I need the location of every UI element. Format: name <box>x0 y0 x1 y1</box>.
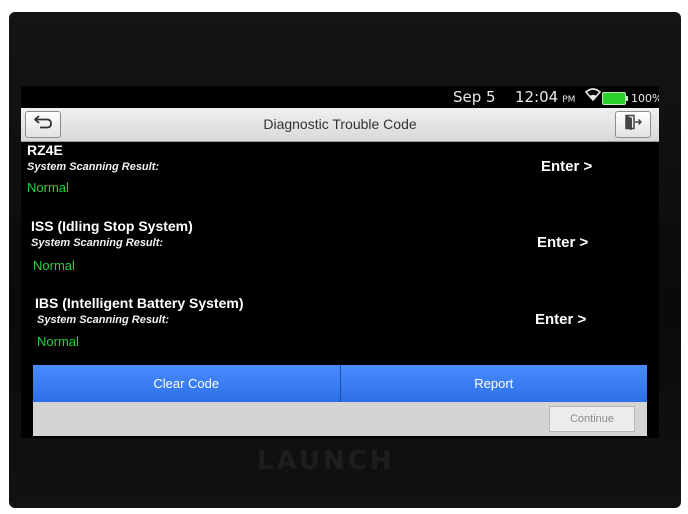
action-bar: Clear Code Report <box>33 365 647 402</box>
battery-icon <box>602 92 628 105</box>
status-date: Sep 5 <box>453 88 496 106</box>
status-time: 12:04 PM <box>515 88 575 106</box>
list-item[interactable]: IBS (Intelligent Battery System) System … <box>21 295 659 368</box>
enter-button[interactable]: Enter > <box>537 234 588 251</box>
report-button[interactable]: Report <box>339 365 648 402</box>
wifi-icon <box>584 88 602 105</box>
status-time-value: 12:04 <box>515 88 559 106</box>
device-screen: Sep 5 12:04PM 100% Diagnostic Trouble Co… <box>21 86 659 438</box>
system-name: ISS (Idling Stop System) <box>31 218 193 234</box>
device-bezel: Sep 5 12:04PM 100% Diagnostic Trouble Co… <box>9 12 681 508</box>
system-name: IBS (Intelligent Battery System) <box>35 295 244 311</box>
system-status: Normal <box>27 180 69 195</box>
page-title: Diagnostic Trouble Code <box>263 116 417 132</box>
system-status: Normal <box>37 334 79 349</box>
device-logo: LAUNCH <box>257 446 395 476</box>
enter-button[interactable]: Enter > <box>535 311 586 328</box>
list-item[interactable]: ISS (Idling Stop System) System Scanning… <box>21 218 659 294</box>
system-scan-label: System Scanning Result: <box>37 314 170 326</box>
title-bar: Diagnostic Trouble Code <box>21 108 659 142</box>
enter-button[interactable]: Enter > <box>541 158 592 175</box>
status-bar: Sep 5 12:04PM 100% <box>21 86 659 108</box>
exit-icon <box>624 114 643 135</box>
system-status: Normal <box>33 258 75 273</box>
battery-percent: 100% <box>631 92 659 105</box>
footer-bar: Continue <box>33 402 647 436</box>
system-name: RZ4E <box>27 142 63 158</box>
clear-code-button[interactable]: Clear Code <box>33 365 340 402</box>
status-ampm: PM <box>562 95 576 105</box>
system-scan-label: System Scanning Result: <box>27 161 160 173</box>
continue-button[interactable]: Continue <box>549 406 635 432</box>
system-scan-label: System Scanning Result: <box>31 237 164 249</box>
system-list: RZ4E System Scanning Result: Normal Ente… <box>21 142 659 368</box>
exit-button[interactable] <box>615 111 651 138</box>
list-item[interactable]: RZ4E System Scanning Result: Normal Ente… <box>21 142 659 218</box>
